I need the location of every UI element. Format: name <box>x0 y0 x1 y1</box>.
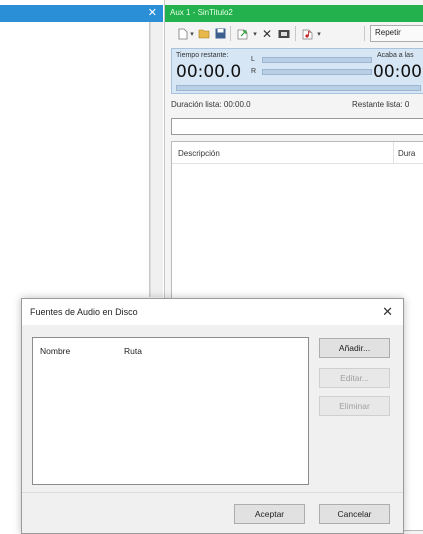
playback-progress-bar[interactable] <box>176 85 421 91</box>
dialog-divider <box>22 492 403 493</box>
level-meter-left <box>262 57 372 63</box>
column-path[interactable]: Ruta <box>124 346 142 356</box>
aux-toolbar: ▾ ▾ ✕ ▾ Repetir <box>165 22 423 46</box>
aux-titlebar: Aux 1 - SinTitulo2 <box>165 5 423 22</box>
music-add-icon[interactable] <box>301 26 315 41</box>
dialog-titlebar: Fuentes de Audio en Disco ✕ <box>22 299 403 325</box>
cancel-button[interactable]: Cancelar <box>319 504 390 524</box>
left-window-content <box>0 22 150 297</box>
ends-at-value: 00:00: <box>373 62 423 82</box>
column-divider[interactable] <box>393 142 394 164</box>
new-file-icon[interactable] <box>177 26 189 41</box>
left-window-titlebar: ✕ <box>0 5 163 22</box>
list-remaining: Restante lista: 0 <box>352 100 410 109</box>
column-duration[interactable]: Dura <box>398 149 415 158</box>
aux-text-field[interactable] <box>171 118 423 135</box>
add-button[interactable]: Añadir... <box>319 338 390 358</box>
playlist-header: Descripción Dura <box>172 142 423 164</box>
remove-button[interactable]: Eliminar <box>319 396 390 416</box>
channel-r-label: R <box>251 68 257 75</box>
toolbar-separator <box>295 26 296 41</box>
list-duration: Duración lista: 00:00.0 <box>171 100 251 109</box>
repeat-button[interactable]: Repetir <box>370 25 423 42</box>
column-name[interactable]: Nombre <box>40 346 70 356</box>
chevron-down-icon[interactable]: ▾ <box>316 26 322 41</box>
close-icon[interactable]: ✕ <box>148 6 157 19</box>
chevron-down-icon[interactable]: ▾ <box>252 26 258 41</box>
toolbar-separator <box>364 26 365 41</box>
open-folder-icon[interactable] <box>198 26 210 41</box>
channel-l-label: L <box>251 56 255 63</box>
save-icon[interactable] <box>214 26 226 41</box>
export-icon[interactable] <box>236 26 250 41</box>
time-panel: Tiempo restante: 00:00.0 L R Acaba a las… <box>171 48 423 94</box>
level-meter-right <box>262 69 372 75</box>
sources-list[interactable]: Nombre Ruta <box>32 337 309 485</box>
remaining-time-value: 00:00.0 <box>176 62 242 82</box>
edit-button[interactable]: Editar... <box>319 368 390 388</box>
audio-sources-dialog: Fuentes de Audio en Disco ✕ Nombre Ruta … <box>21 298 404 534</box>
close-icon[interactable]: ✕ <box>382 304 393 320</box>
cartwall-icon[interactable] <box>277 26 291 41</box>
accept-button[interactable]: Aceptar <box>234 504 305 524</box>
ends-at-label: Acaba a las <box>377 52 414 59</box>
dialog-title: Fuentes de Audio en Disco <box>30 307 138 317</box>
remaining-time-label: Tiempo restante: <box>176 52 229 59</box>
aux-window-title: Aux 1 - SinTitulo2 <box>170 8 233 17</box>
toolbar-separator <box>230 26 231 41</box>
column-description[interactable]: Descripción <box>178 149 220 158</box>
left-window-scrollbar[interactable] <box>150 22 163 297</box>
delete-icon[interactable]: ✕ <box>261 26 273 41</box>
chevron-down-icon[interactable]: ▾ <box>189 26 195 41</box>
